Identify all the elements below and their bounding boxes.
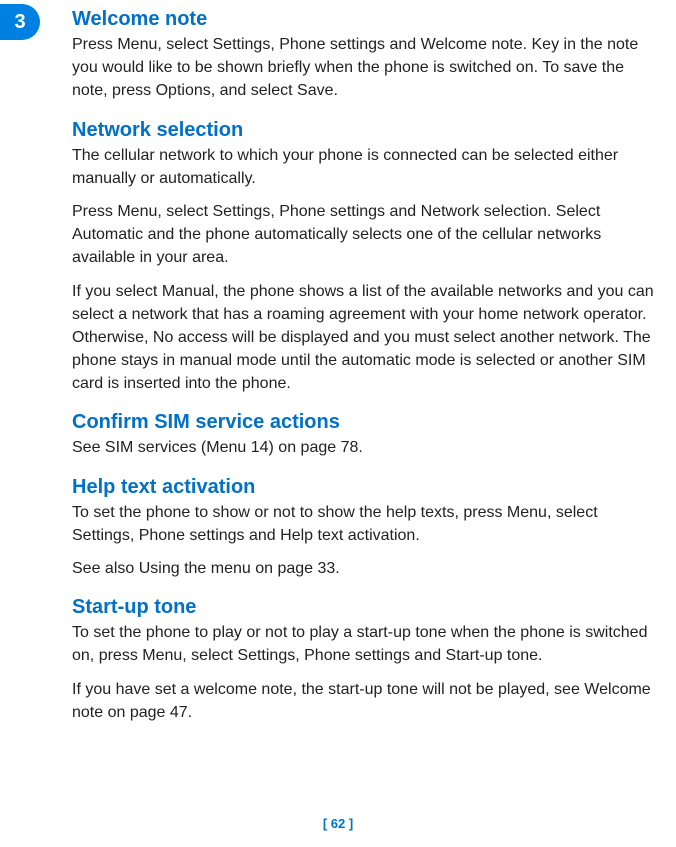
body-text: Press Menu, select Settings, Phone setti… bbox=[72, 33, 662, 103]
body-text: See SIM services (Menu 14) on page 78. bbox=[72, 436, 662, 459]
heading-network-selection: Network selection bbox=[72, 119, 662, 142]
body-text: The cellular network to which your phone… bbox=[72, 144, 662, 190]
chapter-number: 3 bbox=[14, 11, 25, 34]
heading-help-text: Help text activation bbox=[72, 476, 662, 499]
body-text: If you select Manual, the phone shows a … bbox=[72, 280, 662, 396]
body-text: See also Using the menu on page 33. bbox=[72, 557, 662, 580]
heading-welcome-note: Welcome note bbox=[72, 8, 662, 31]
body-text: To set the phone to play or not to play … bbox=[72, 621, 662, 667]
body-text: To set the phone to show or not to show … bbox=[72, 501, 662, 547]
chapter-tab: 3 bbox=[0, 4, 40, 40]
body-text: If you have set a welcome note, the star… bbox=[72, 678, 662, 724]
heading-confirm-sim: Confirm SIM service actions bbox=[72, 411, 662, 434]
body-text: Press Menu, select Settings, Phone setti… bbox=[72, 200, 662, 270]
content-area: Welcome note Press Menu, select Settings… bbox=[72, 8, 662, 734]
page-number: [ 62 ] bbox=[0, 816, 676, 831]
heading-startup-tone: Start-up tone bbox=[72, 596, 662, 619]
